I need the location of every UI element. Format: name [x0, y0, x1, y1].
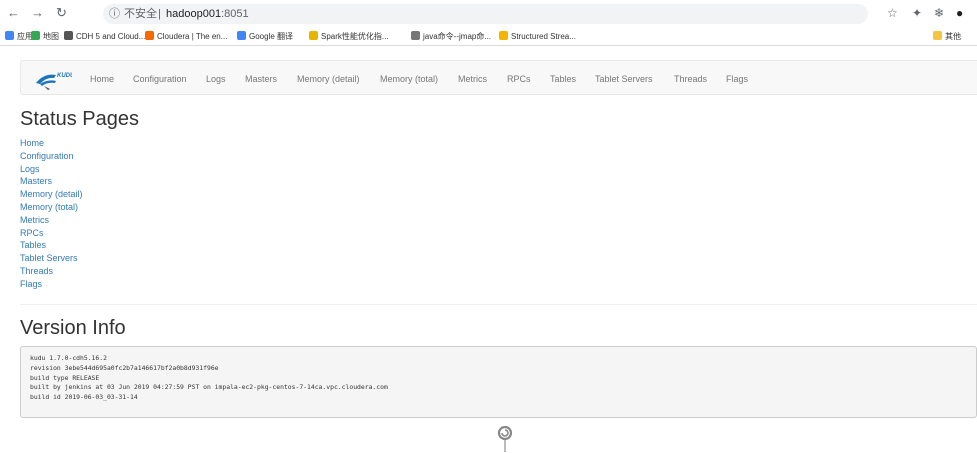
nav-link[interactable]: Logs — [206, 73, 226, 85]
bookmark-item[interactable]: Cloudera | The en... — [145, 30, 227, 44]
security-label: 不安全 — [124, 8, 157, 20]
nav-link[interactable]: Flags — [726, 73, 748, 85]
bookmark-item[interactable]: 其他 — [933, 30, 961, 44]
status-link[interactable]: Flags — [20, 278, 83, 291]
bookmark-item[interactable]: java命令--jmap命... — [411, 30, 491, 44]
status-pages-heading: Status Pages — [20, 108, 139, 130]
url-text: hadoop001:8051 — [166, 7, 249, 21]
divider — [20, 304, 977, 305]
version-info-heading: Version Info — [20, 317, 126, 339]
status-link[interactable]: Configuration — [20, 150, 83, 163]
bookmark-label: java命令--jmap命... — [423, 32, 492, 41]
nav-link[interactable]: Tablet Servers — [595, 73, 653, 85]
extension-2-icon[interactable]: ❄ — [934, 6, 944, 20]
bookmark-star-icon[interactable]: ☆ — [887, 6, 898, 20]
bookmark-item[interactable]: Structured Strea... — [499, 30, 576, 44]
status-link[interactable]: Home — [20, 137, 83, 150]
bookmark-label: CDH 5 and Cloud... — [76, 32, 146, 41]
nav-link[interactable]: Metrics — [458, 73, 487, 85]
kudu-navbar: KUDU Home Configuration Logs Masters Memory … — [20, 60, 977, 95]
status-link[interactable]: Logs — [20, 163, 83, 176]
status-links-list: Home Configuration Logs Masters Memory (deta… — [20, 137, 83, 291]
version-line: build id 2019-06-03_03-31-14 — [30, 393, 138, 402]
forward-arrow-icon[interactable]: → — [31, 5, 44, 21]
reload-icon[interactable]: ↻ — [56, 5, 67, 21]
status-link[interactable]: RPCs — [20, 227, 83, 240]
url-port: :8051 — [221, 8, 249, 20]
bookmark-favicon-icon — [31, 31, 40, 40]
version-line: revision 3ebe544d695a0fc2b7a146617bf2a0b… — [30, 363, 219, 372]
status-link[interactable]: Tablet Servers — [20, 252, 83, 265]
version-info-block: kudu 1.7.0-cdh5.16.2 revision 3ebe544d695… — [20, 346, 977, 418]
status-link[interactable]: Tables — [20, 239, 83, 252]
bookmark-favicon-icon — [309, 31, 318, 40]
extension-icon[interactable]: ✦ — [912, 6, 922, 20]
bookmark-favicon-icon — [237, 31, 246, 40]
nav-link[interactable]: Home — [90, 73, 114, 85]
bookmark-favicon-icon — [145, 31, 154, 40]
back-arrow-icon[interactable]: ← — [7, 5, 20, 21]
nav-link[interactable]: Configuration — [133, 73, 187, 85]
bookmarks-bar: 应用 地图 CDH 5 and Cloud... Cloudera | The en.… — [0, 28, 977, 46]
bookmark-item[interactable]: 地图 — [31, 30, 59, 44]
bookmark-item[interactable]: Google 翻译 — [237, 30, 293, 44]
omnibox-separator: | — [158, 8, 161, 20]
nav-link[interactable]: Masters — [245, 73, 277, 85]
nav-link[interactable]: Tables — [550, 73, 576, 85]
bookmark-favicon-icon — [499, 31, 508, 40]
status-link[interactable]: Threads — [20, 265, 83, 278]
bookmark-label: Structured Strea... — [511, 32, 576, 41]
bookmark-favicon-icon — [64, 31, 73, 40]
svg-text:KUDU: KUDU — [57, 73, 72, 79]
version-line: kudu 1.7.0-cdh5.16.2 — [30, 354, 107, 362]
status-link[interactable]: Memory (detail) — [20, 188, 83, 201]
nav-link[interactable]: Threads — [674, 73, 707, 85]
nav-link[interactable]: RPCs — [507, 73, 531, 85]
status-link[interactable]: Masters — [20, 175, 83, 188]
status-link[interactable]: Memory (total) — [20, 201, 83, 214]
bookmark-favicon-icon — [933, 31, 942, 40]
kudu-logo[interactable]: KUDU — [34, 67, 72, 91]
nav-link[interactable]: Memory (detail) — [297, 73, 360, 85]
busy-cursor-icon — [497, 426, 513, 452]
bookmark-item[interactable]: Spark性能优化指... — [309, 30, 389, 44]
nav-link[interactable]: Memory (total) — [380, 73, 438, 85]
info-icon[interactable]: ⓘ — [109, 7, 120, 21]
bookmark-label: Google 翻译 — [249, 32, 294, 41]
url-host: hadoop001 — [166, 8, 222, 20]
profile-icon[interactable]: ● — [956, 6, 963, 20]
bookmark-label: Cloudera | The en... — [157, 32, 228, 41]
bookmark-item[interactable]: 应用 — [5, 30, 33, 44]
bookmark-label: Spark性能优化指... — [321, 32, 389, 41]
status-link[interactable]: Metrics — [20, 214, 83, 227]
browser-toolbar: ← → ↻ ⓘ 不安全 | hadoop001:8051 ☆ ✦ ❄ ● — [0, 0, 977, 28]
version-line: built by jenkins at 03 Jun 2019 04:27:59… — [30, 383, 388, 392]
bookmark-item[interactable]: CDH 5 and Cloud... — [64, 30, 145, 44]
bookmark-favicon-icon — [411, 31, 420, 40]
address-bar[interactable]: ⓘ 不安全 | hadoop001:8051 — [103, 4, 868, 24]
version-line: build type RELEASE — [30, 373, 100, 382]
bookmark-label: 其他 — [945, 32, 961, 41]
bookmark-label: 地图 — [43, 32, 59, 41]
bookmark-favicon-icon — [5, 31, 14, 40]
